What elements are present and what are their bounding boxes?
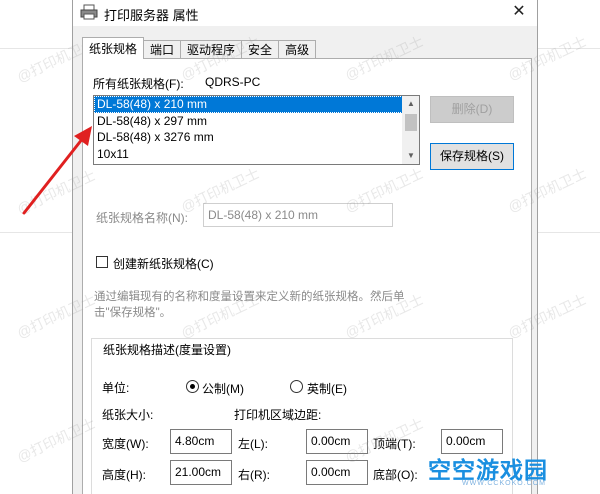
tab-forms[interactable]: 纸张规格: [82, 37, 145, 59]
site-logo: 空空游戏园 WWW.CCKOKO.COM: [422, 449, 600, 494]
logo-url: WWW.CCKOKO.COM: [462, 480, 546, 487]
red-arrow-annotation: [22, 126, 92, 215]
